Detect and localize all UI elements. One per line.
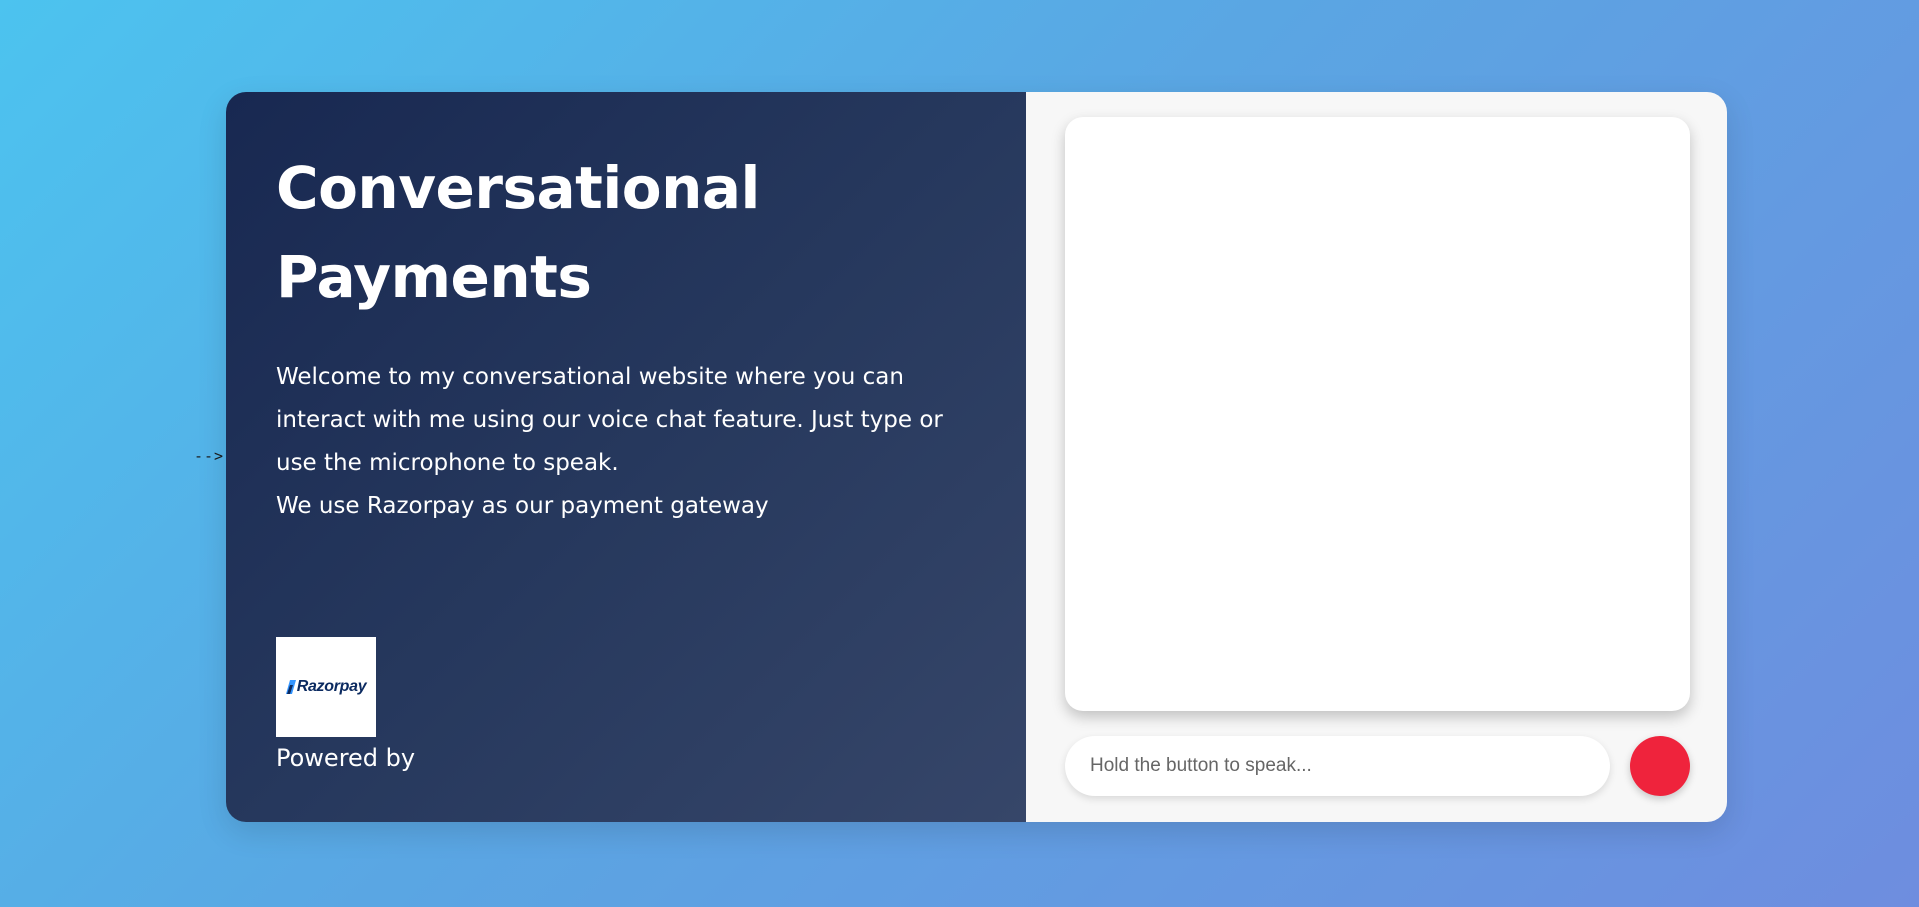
speech-input[interactable]: [1065, 736, 1610, 796]
title-line-1: Conversational: [276, 154, 760, 222]
title-line-2: Payments: [276, 243, 592, 311]
record-button[interactable]: [1630, 736, 1690, 796]
info-panel: Conversational Payments Welcome to my co…: [226, 92, 1026, 822]
main-card: Conversational Payments Welcome to my co…: [226, 92, 1727, 822]
chat-panel: [1026, 92, 1727, 822]
page-title: Conversational Payments: [276, 144, 976, 322]
chat-messages-area[interactable]: [1065, 117, 1690, 711]
gateway-note: We use Razorpay as our payment gateway: [276, 493, 769, 519]
brand-block: Razorpay Powered by: [276, 637, 415, 775]
input-row: [1065, 736, 1690, 796]
description: Welcome to my conversational website whe…: [276, 364, 943, 476]
razorpay-logo-icon: [285, 680, 296, 694]
stray-text: -->: [194, 447, 225, 465]
logo-text: Razorpay: [296, 678, 367, 695]
powered-by-label: Powered by: [276, 744, 416, 772]
intro-text: Welcome to my conversational website whe…: [276, 356, 976, 528]
razorpay-logo: Razorpay: [276, 637, 376, 737]
